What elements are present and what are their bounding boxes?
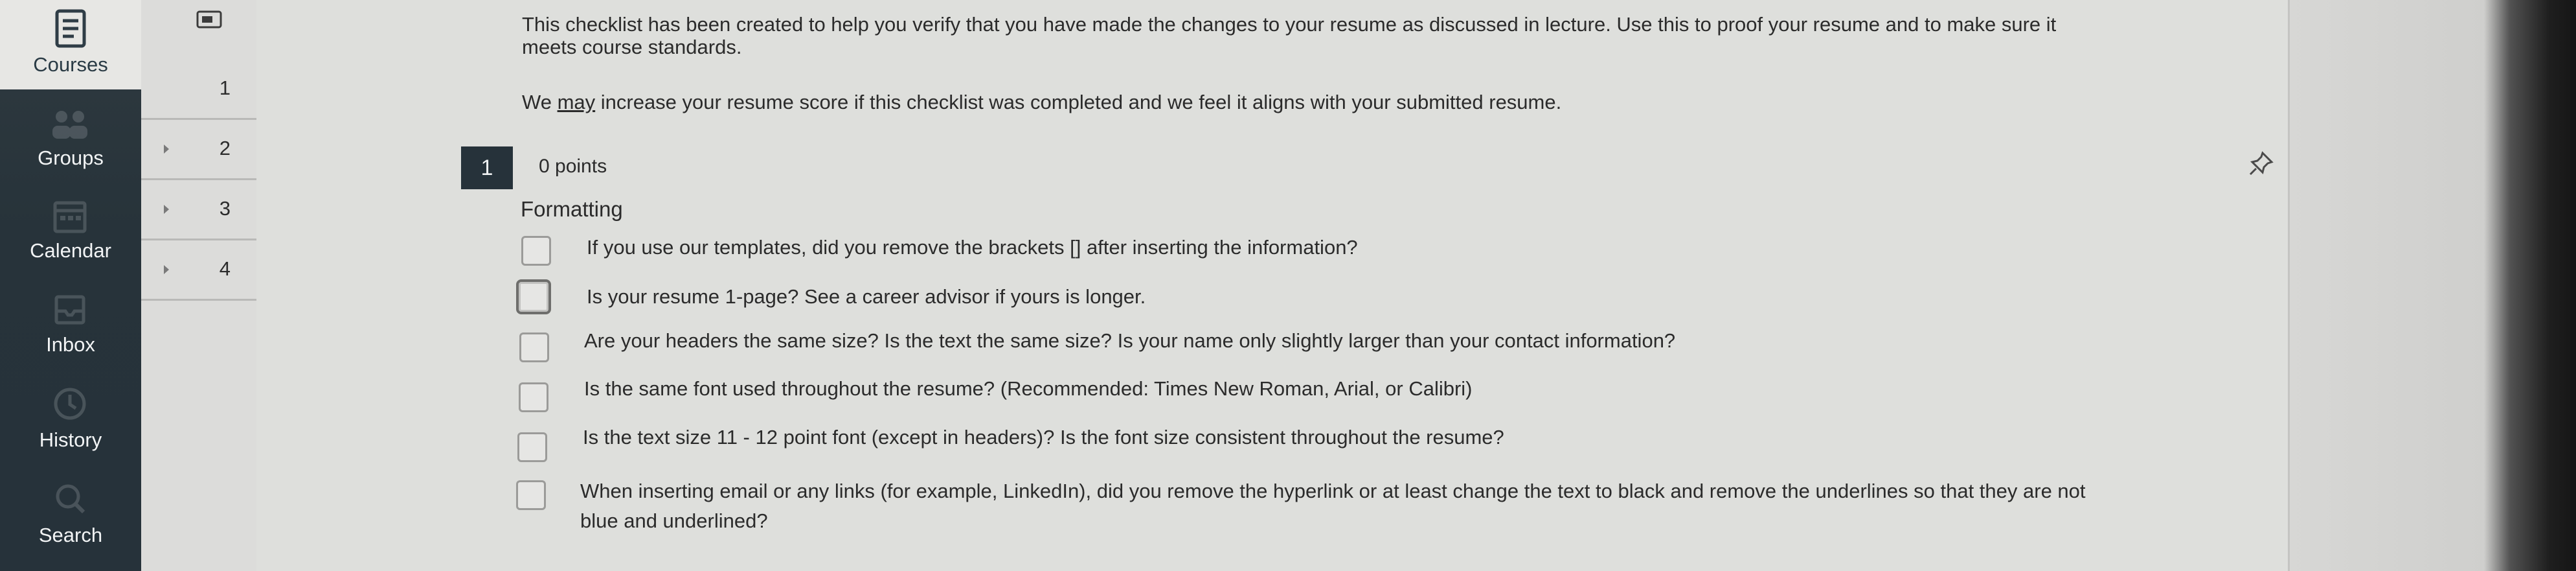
global-nav-history[interactable]: History	[0, 386, 141, 463]
question-points: 0 points	[539, 156, 607, 177]
search-icon	[56, 484, 85, 514]
courses-icon	[55, 9, 86, 48]
question-nav-item[interactable]: 4	[141, 240, 256, 301]
global-nav-history-label: History	[39, 428, 102, 451]
arrow-right-icon	[164, 145, 169, 154]
question-nav-number: 4	[219, 257, 231, 280]
question-nav-item[interactable]: 2	[141, 120, 256, 180]
checkbox[interactable]	[517, 432, 547, 462]
question-nav-item[interactable]: 1	[141, 60, 256, 120]
checkbox[interactable]	[516, 279, 551, 314]
global-nav-search-label: Search	[38, 524, 103, 546]
arrow-right-icon	[164, 205, 169, 214]
groups-icon	[52, 111, 87, 139]
pin-icon[interactable]	[2247, 150, 2274, 178]
intro-note-post: increase your resume score if this check…	[595, 91, 1562, 113]
global-nav-calendar-label: Calendar	[30, 239, 111, 262]
global-nav-inbox-label: Inbox	[46, 333, 95, 356]
checklist-option[interactable]: Are your headers the same size? Is the t…	[584, 329, 1675, 353]
checklist-option[interactable]: Is the text size 11 - 12 point font (exc…	[583, 426, 1504, 449]
global-navigation: Courses Groups Calendar Inbox History Se…	[0, 0, 141, 571]
intro-note-emphasis: may	[557, 91, 596, 113]
question-nav-number: 2	[219, 137, 231, 159]
global-nav-inbox[interactable]: Inbox	[0, 290, 141, 368]
global-nav-courses-label: Courses	[33, 53, 108, 76]
intro-note: We may increase your resume score if thi…	[522, 91, 1561, 114]
checkbox[interactable]	[519, 332, 549, 362]
global-nav-courses[interactable]: Courses	[0, 0, 141, 89]
checklist-option-continued: blue and underlined?	[580, 509, 768, 532]
checkbox[interactable]	[521, 236, 551, 266]
checklist-option[interactable]: Is the same font used throughout the res…	[584, 377, 1473, 401]
collapse-icon[interactable]	[196, 10, 222, 29]
intro-text-line1: This checklist has been created to help …	[522, 13, 2057, 36]
intro-text-line2: meets course standards.	[522, 36, 742, 58]
global-nav-calendar[interactable]: Calendar	[0, 198, 141, 275]
checklist-option[interactable]: When inserting email or any links (for e…	[580, 480, 2086, 503]
window-edge	[2290, 0, 2576, 571]
checklist-option[interactable]: If you use our templates, did you remove…	[587, 236, 1358, 259]
global-nav-search[interactable]: Search	[0, 480, 141, 557]
question-navigator: 1 2 3 4	[141, 0, 258, 571]
arrow-right-icon	[164, 265, 169, 274]
intro-note-pre: We	[522, 91, 558, 113]
checklist-option[interactable]: Is your resume 1-page? See a career advi…	[587, 285, 1146, 309]
question-number-badge: 1	[461, 146, 513, 189]
checkbox[interactable]	[519, 382, 548, 412]
question-nav-number: 1	[219, 76, 231, 99]
question-nav-number: 3	[219, 197, 231, 220]
inbox-icon	[54, 295, 85, 325]
question-nav-item[interactable]: 3	[141, 180, 256, 240]
checkbox[interactable]	[516, 480, 546, 510]
global-nav-groups[interactable]: Groups	[0, 104, 141, 181]
calendar-icon	[53, 201, 87, 233]
history-icon	[54, 388, 86, 420]
question-section-title: Formatting	[521, 197, 623, 221]
global-nav-groups-label: Groups	[38, 146, 104, 169]
